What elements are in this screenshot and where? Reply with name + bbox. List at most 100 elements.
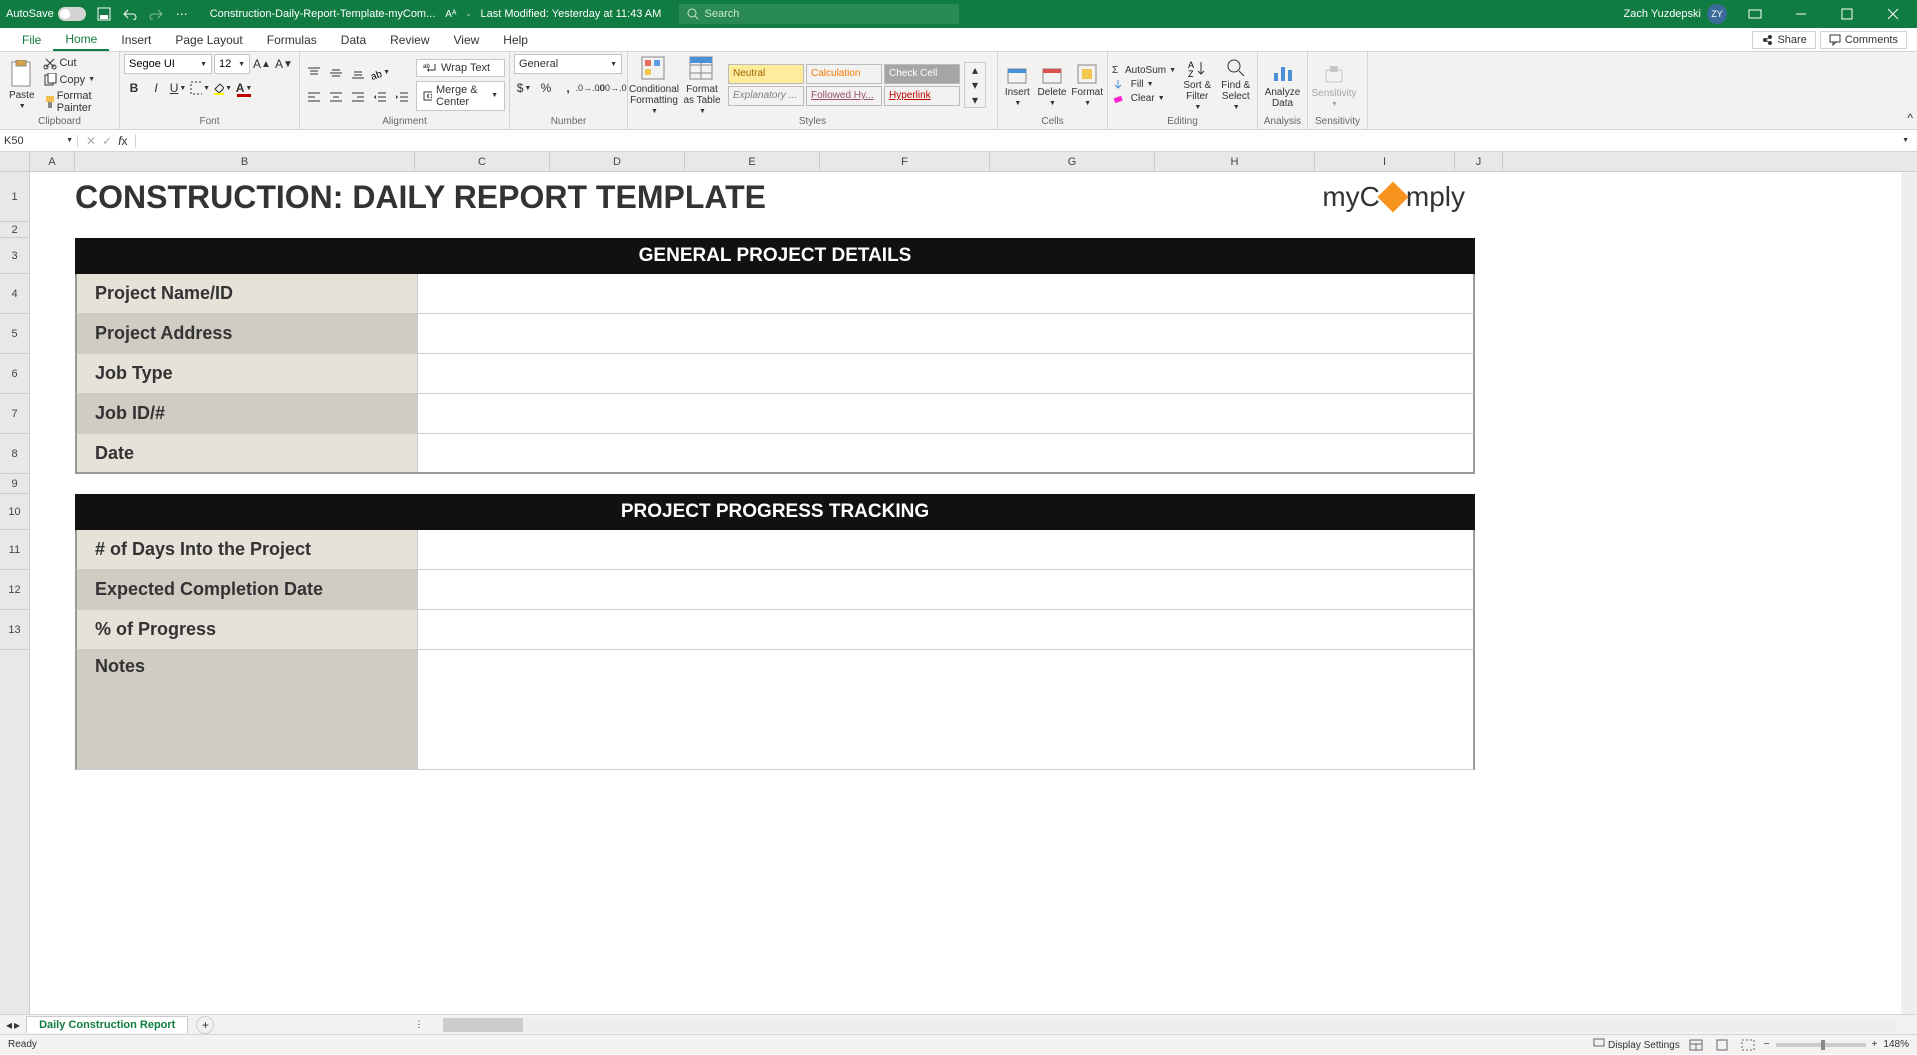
tab-review[interactable]: Review (378, 30, 441, 50)
tab-help[interactable]: Help (491, 30, 540, 50)
align-left-icon[interactable] (304, 87, 324, 107)
decrease-decimal-icon[interactable]: .00→.0 (602, 78, 622, 98)
user-account[interactable]: Zach Yuzdepski ZY (1624, 4, 1727, 24)
underline-button[interactable]: U▼ (168, 78, 188, 98)
style-scroll-down-icon[interactable]: ▾ (965, 78, 985, 92)
insert-cells-button[interactable]: Insert▼ (1002, 55, 1033, 115)
cell[interactable] (417, 354, 1473, 393)
tab-file[interactable]: File (10, 30, 53, 50)
view-page-layout-icon[interactable] (1712, 1035, 1732, 1055)
col-header[interactable]: D (550, 152, 685, 171)
scroll-thumb[interactable] (443, 1018, 523, 1032)
col-header[interactable]: C (415, 152, 550, 171)
format-painter-button[interactable]: Format Painter (43, 90, 115, 114)
style-followed-hyperlink[interactable]: Followed Hy... (806, 86, 882, 106)
cell[interactable] (417, 650, 1473, 769)
row-header[interactable]: 2 (0, 222, 29, 238)
format-cells-button[interactable]: Format▼ (1071, 55, 1103, 115)
comments-button[interactable]: Comments (1820, 31, 1907, 49)
tab-page-layout[interactable]: Page Layout (163, 30, 254, 50)
search-box[interactable] (679, 4, 959, 24)
align-bottom-icon[interactable] (348, 63, 368, 83)
col-header[interactable]: J (1455, 152, 1503, 171)
paste-button[interactable]: Paste ▼ (4, 55, 39, 115)
tab-split-icon[interactable]: ⋮ (414, 1019, 423, 1030)
row-header[interactable]: 13 (0, 610, 29, 650)
cell[interactable] (417, 570, 1473, 609)
autosum-button[interactable]: Σ AutoSum▼ (1112, 65, 1176, 76)
sort-filter-button[interactable]: AZSort & Filter▼ (1180, 55, 1214, 115)
format-as-table-button[interactable]: Format as Table▼ (680, 55, 724, 115)
select-all-corner[interactable] (0, 152, 30, 171)
cut-button[interactable]: Cut (43, 56, 115, 70)
grow-font-icon[interactable]: A▲ (252, 54, 272, 74)
redo-icon[interactable] (148, 6, 164, 22)
tab-view[interactable]: View (442, 30, 492, 50)
fill-color-button[interactable]: ▼ (212, 78, 232, 98)
col-header[interactable]: H (1155, 152, 1315, 171)
add-sheet-button[interactable]: + (196, 1016, 214, 1034)
style-calculation[interactable]: Calculation (806, 64, 882, 84)
zoom-out-button[interactable]: − (1764, 1039, 1770, 1050)
row-header[interactable]: 10 (0, 494, 29, 530)
increase-indent-icon[interactable] (392, 87, 412, 107)
row-header[interactable]: 9 (0, 474, 29, 494)
style-more-icon[interactable]: ▾ (965, 93, 985, 107)
accessibility-icon[interactable]: Aᴬ (445, 9, 456, 20)
cell[interactable] (417, 394, 1473, 433)
close-icon[interactable] (1875, 2, 1911, 26)
search-input[interactable] (705, 8, 952, 20)
cell-grid[interactable]: CONSTRUCTION: DAILY REPORT TEMPLATE myC … (30, 172, 1901, 1014)
zoom-level[interactable]: 148% (1883, 1039, 1909, 1050)
name-box[interactable]: K50▼ (0, 135, 78, 147)
col-header[interactable]: F (820, 152, 990, 171)
autosave-toggle[interactable]: AutoSave (6, 7, 86, 21)
enter-formula-icon[interactable]: ✓ (102, 134, 112, 148)
align-center-icon[interactable] (326, 87, 346, 107)
fill-button[interactable]: Fill▼ (1112, 78, 1176, 90)
font-color-button[interactable]: A▼ (234, 78, 254, 98)
tab-insert[interactable]: Insert (109, 30, 163, 50)
shrink-font-icon[interactable]: A▼ (274, 54, 294, 74)
cell[interactable] (417, 530, 1473, 569)
col-header[interactable]: G (990, 152, 1155, 171)
view-normal-icon[interactable] (1686, 1035, 1706, 1055)
align-top-icon[interactable] (304, 63, 324, 83)
row-header[interactable]: 4 (0, 274, 29, 314)
bold-button[interactable]: B (124, 78, 144, 98)
col-header[interactable]: B (75, 152, 415, 171)
cancel-formula-icon[interactable]: ✕ (86, 134, 96, 148)
row-header[interactable]: 5 (0, 314, 29, 354)
wrap-text-button[interactable]: abWrap Text (416, 59, 505, 77)
maximize-icon[interactable] (1829, 2, 1865, 26)
analyze-data-button[interactable]: Analyze Data (1262, 55, 1303, 115)
row-header[interactable]: 11 (0, 530, 29, 570)
col-header[interactable]: I (1315, 152, 1455, 171)
view-page-break-icon[interactable] (1738, 1035, 1758, 1055)
zoom-slider[interactable] (1776, 1043, 1866, 1047)
style-neutral[interactable]: Neutral (728, 64, 804, 84)
row-header[interactable]: 1 (0, 172, 29, 222)
tab-formulas[interactable]: Formulas (255, 30, 329, 50)
display-settings-button[interactable]: Display Settings (1593, 1038, 1679, 1051)
row-header[interactable]: 6 (0, 354, 29, 394)
zoom-in-button[interactable]: + (1872, 1039, 1878, 1050)
ribbon-display-icon[interactable] (1737, 2, 1773, 26)
qat-more-icon[interactable]: ⋯ (174, 6, 190, 22)
font-name-combo[interactable]: ▼ (124, 54, 212, 74)
collapse-ribbon-icon[interactable]: ^ (1907, 111, 1913, 125)
find-select-button[interactable]: Find & Select▼ (1219, 55, 1253, 115)
share-button[interactable]: Share (1752, 31, 1815, 49)
undo-icon[interactable] (122, 6, 138, 22)
align-right-icon[interactable] (348, 87, 368, 107)
merge-center-button[interactable]: Merge & Center▼ (416, 81, 505, 111)
italic-button[interactable]: I (146, 78, 166, 98)
cell[interactable] (417, 314, 1473, 353)
decrease-indent-icon[interactable] (370, 87, 390, 107)
delete-cells-button[interactable]: Delete▼ (1037, 55, 1068, 115)
style-hyperlink[interactable]: Hyperlink (884, 86, 960, 106)
style-scroll-up-icon[interactable]: ▴ (965, 63, 985, 77)
sheet-nav-prev-icon[interactable]: ◂ (6, 1018, 12, 1032)
align-middle-icon[interactable] (326, 63, 346, 83)
cell[interactable] (417, 274, 1473, 313)
